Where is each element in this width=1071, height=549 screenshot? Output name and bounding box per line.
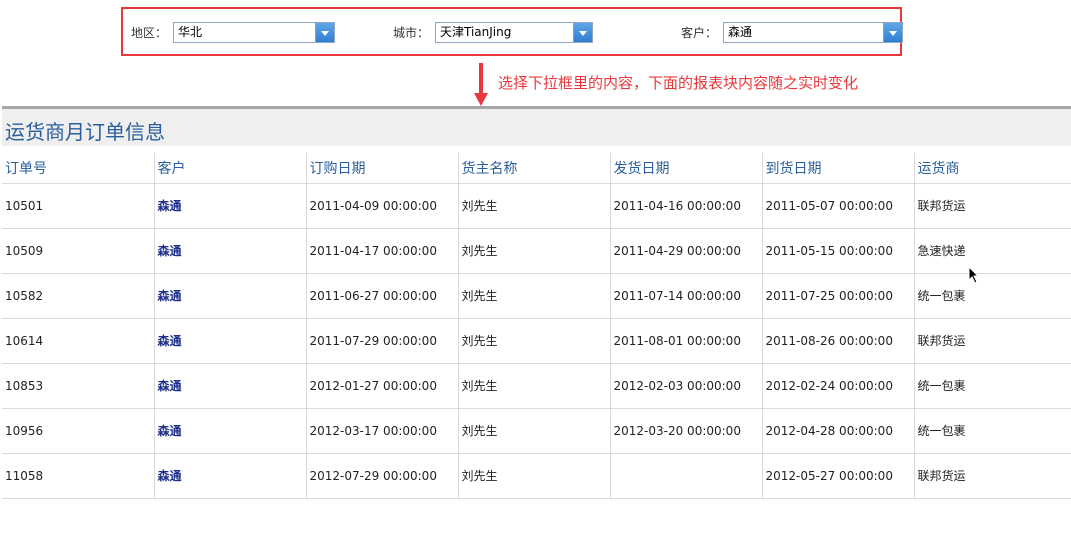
cell-shipper-name: 刘先生 — [457, 228, 610, 274]
cell-carrier: 联邦货运 — [913, 183, 1071, 229]
cell-arrival-date: 2011-05-07 00:00:00 — [761, 183, 914, 229]
cell-arrival-date: 2011-08-26 00:00:00 — [761, 318, 914, 364]
region-select-value: 华北 — [178, 24, 203, 39]
cell-order-id: 10853 — [2, 363, 154, 409]
arrow-down-icon — [474, 63, 488, 106]
column-header-order-date[interactable]: 订购日期 — [305, 153, 458, 184]
cell-carrier: 急速快递 — [913, 228, 1071, 274]
region-filter: 地区： 华北 — [131, 21, 336, 43]
cell-order-date: 2012-03-17 00:00:00 — [305, 408, 458, 454]
cell-order-date: 2011-04-09 00:00:00 — [305, 183, 458, 229]
cell-arrival-date: 2011-07-25 00:00:00 — [761, 273, 914, 319]
customer-filter: 客户： 森通 — [681, 21, 904, 43]
column-header-order-id[interactable]: 订单号 — [2, 153, 154, 184]
cell-order-date: 2011-04-17 00:00:00 — [305, 228, 458, 274]
cell-shipper-name: 刘先生 — [457, 453, 610, 499]
cell-order-date: 2012-01-27 00:00:00 — [305, 363, 458, 409]
orders-table: 订单号 客户 订购日期 货主名称 发货日期 到货日期 运货商 10501 森通 … — [2, 153, 1071, 499]
cell-ship-date: 2011-04-29 00:00:00 — [609, 228, 762, 274]
cell-carrier: 统一包裹 — [913, 408, 1071, 454]
cell-customer: 森通 — [153, 408, 306, 454]
filter-bar: 地区： 华北 城市： 天津TianJing 客户： 森通 — [121, 7, 904, 56]
city-filter: 城市： 天津TianJing — [393, 21, 594, 43]
region-label: 地区： — [131, 25, 168, 40]
cell-carrier: 统一包裹 — [913, 273, 1071, 319]
city-select[interactable]: 天津TianJing — [435, 21, 594, 43]
cell-customer: 森通 — [153, 273, 306, 319]
cell-order-id: 10509 — [2, 228, 154, 274]
cell-customer: 森通 — [153, 228, 306, 274]
region-select[interactable]: 华北 — [173, 21, 336, 43]
cell-order-id: 10614 — [2, 318, 154, 364]
cell-customer: 森通 — [153, 318, 306, 364]
column-header-ship-date[interactable]: 发货日期 — [609, 153, 762, 184]
table-header-row: 订单号 客户 订购日期 货主名称 发货日期 到货日期 运货商 — [2, 153, 1071, 184]
customer-dropdown-arrow-icon[interactable] — [883, 22, 903, 42]
customer-label: 客户： — [681, 25, 718, 40]
cell-ship-date: 2012-02-03 00:00:00 — [609, 363, 762, 409]
city-dropdown-arrow-icon[interactable] — [573, 22, 593, 42]
cell-ship-date — [609, 453, 762, 499]
cell-order-id: 10501 — [2, 183, 154, 229]
cell-shipper-name: 刘先生 — [457, 273, 610, 319]
table-row: 10853 森通 2012-01-27 00:00:00 刘先生 2012-02… — [2, 363, 1071, 409]
customer-select-value: 森通 — [728, 24, 753, 39]
cell-arrival-date: 2012-02-24 00:00:00 — [761, 363, 914, 409]
callout-text: 选择下拉框里的内容，下面的报表块内容随之实时变化 — [498, 74, 859, 92]
column-header-carrier[interactable]: 运货商 — [913, 153, 1071, 184]
cell-customer: 森通 — [153, 363, 306, 409]
report-title: 运货商月订单信息 — [5, 120, 165, 144]
cell-ship-date: 2011-08-01 00:00:00 — [609, 318, 762, 364]
cell-arrival-date: 2011-05-15 00:00:00 — [761, 228, 914, 274]
cell-arrival-date: 2012-04-28 00:00:00 — [761, 408, 914, 454]
cell-order-id: 11058 — [2, 453, 154, 499]
table-row: 10956 森通 2012-03-17 00:00:00 刘先生 2012-03… — [2, 408, 1071, 454]
cell-customer: 森通 — [153, 453, 306, 499]
cell-carrier: 联邦货运 — [913, 318, 1071, 364]
cell-arrival-date: 2012-05-27 00:00:00 — [761, 453, 914, 499]
cell-shipper-name: 刘先生 — [457, 408, 610, 454]
table-row: 10501 森通 2011-04-09 00:00:00 刘先生 2011-04… — [2, 183, 1071, 229]
report-header: 运货商月订单信息 — [2, 106, 1071, 146]
column-header-shipper-name[interactable]: 货主名称 — [457, 153, 610, 184]
cell-shipper-name: 刘先生 — [457, 183, 610, 229]
cell-order-date: 2011-06-27 00:00:00 — [305, 273, 458, 319]
region-dropdown-arrow-icon[interactable] — [315, 22, 335, 42]
cell-customer: 森通 — [153, 183, 306, 229]
city-select-value: 天津TianJing — [440, 24, 512, 39]
cell-carrier: 联邦货运 — [913, 453, 1071, 499]
column-header-arrival-date[interactable]: 到货日期 — [761, 153, 914, 184]
cell-ship-date: 2011-07-14 00:00:00 — [609, 273, 762, 319]
table-row: 10614 森通 2011-07-29 00:00:00 刘先生 2011-08… — [2, 318, 1071, 364]
table-row: 11058 森通 2012-07-29 00:00:00 刘先生 2012-05… — [2, 453, 1071, 499]
cell-order-date: 2012-07-29 00:00:00 — [305, 453, 458, 499]
table-row: 10582 森通 2011-06-27 00:00:00 刘先生 2011-07… — [2, 273, 1071, 319]
city-label: 城市： — [393, 25, 430, 40]
cell-ship-date: 2011-04-16 00:00:00 — [609, 183, 762, 229]
cell-carrier: 统一包裹 — [913, 363, 1071, 409]
cell-shipper-name: 刘先生 — [457, 363, 610, 409]
table-row: 10509 森通 2011-04-17 00:00:00 刘先生 2011-04… — [2, 228, 1071, 274]
cell-ship-date: 2012-03-20 00:00:00 — [609, 408, 762, 454]
cell-order-date: 2011-07-29 00:00:00 — [305, 318, 458, 364]
cell-shipper-name: 刘先生 — [457, 318, 610, 364]
cell-order-id: 10582 — [2, 273, 154, 319]
column-header-customer[interactable]: 客户 — [153, 153, 306, 184]
customer-select[interactable]: 森通 — [723, 21, 904, 43]
cell-order-id: 10956 — [2, 408, 154, 454]
mouse-pointer-icon — [968, 266, 980, 284]
